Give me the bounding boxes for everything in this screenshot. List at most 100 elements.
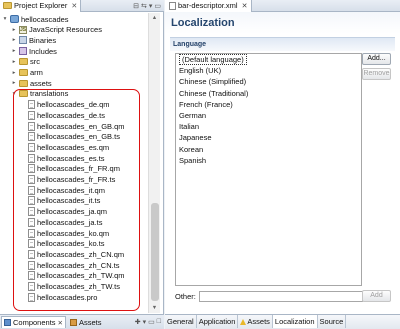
vertical-scrollbar[interactable]: ▲ ▼ (148, 13, 160, 313)
language-list-item[interactable]: (Default language) (176, 54, 361, 65)
tree-item-label: hellocascades (21, 14, 69, 24)
language-label: (Default language) (179, 54, 247, 65)
maximize-icon[interactable]: □ (157, 318, 161, 326)
binaries-icon (19, 36, 27, 45)
other-add-button[interactable]: Add (362, 290, 391, 302)
minimize-icon[interactable]: ▭ (154, 2, 161, 10)
scroll-up-icon[interactable]: ▲ (149, 13, 160, 23)
tab-application[interactable]: Application (197, 315, 239, 328)
language-list-item[interactable]: Korean (176, 144, 361, 155)
language-list-item[interactable]: Italian (176, 121, 361, 132)
collapse-toggle-icon[interactable]: ▸ (11, 80, 17, 86)
tab-assets-label: Assets (78, 317, 102, 327)
tree-item-label: assets (30, 78, 52, 88)
tree-item[interactable]: ▾ hellocascades (2, 14, 69, 24)
warning-icon (240, 318, 247, 325)
scroll-down-icon[interactable]: ▼ (149, 303, 160, 313)
javascript-icon: JS (19, 25, 27, 34)
folder-icon (19, 69, 28, 76)
tree-item[interactable]: ▸ Includes (11, 46, 57, 56)
close-icon[interactable]: ✕ (58, 319, 63, 327)
language-list-item[interactable]: French (France) (176, 99, 361, 110)
tab-label: Application (198, 317, 236, 326)
editor-tab-bar-descriptor[interactable]: bar-descriptor.xml ✕ (165, 0, 253, 12)
tab-label: Source (319, 317, 344, 326)
project-explorer-tab-label: Project Explorer (14, 1, 68, 10)
language-list[interactable]: (Default language) English (UK) Chinese (S… (175, 53, 362, 286)
bottom-left-toolbar: ✚ ▾ ▭ □ (135, 318, 164, 326)
scrollbar-thumb[interactable] (151, 203, 159, 301)
collapse-toggle-icon[interactable]: ▸ (11, 48, 17, 54)
tree-item[interactable]: ▸ Binaries (11, 35, 57, 45)
language-label: Korean (179, 144, 204, 154)
language-label: German (179, 110, 207, 120)
language-label: English (UK) (179, 66, 222, 76)
tab-assets[interactable]: Assets (238, 315, 273, 328)
language-list-item[interactable]: German (176, 110, 361, 121)
project-explorer-icon (3, 2, 12, 9)
other-language-row: Other: Add (175, 290, 394, 302)
folder-icon (19, 58, 28, 66)
other-language-input[interactable] (198, 290, 363, 302)
tab-label: Localization (274, 317, 315, 326)
language-label: French (France) (179, 99, 233, 109)
editor-tab-bar: bar-descriptor.xml ✕ (165, 0, 400, 12)
tab-components[interactable]: Components ✕ (1, 316, 66, 328)
project-explorer-tab-bar: Project Explorer ✕ ⊟ ⇆ ▾ ▭ (0, 0, 164, 12)
tab-source[interactable]: Source (318, 315, 347, 328)
close-icon[interactable]: ✕ (242, 2, 248, 10)
tree-item[interactable]: ▸ arm (11, 68, 43, 78)
assets-icon (69, 318, 77, 326)
includes-icon (19, 47, 27, 56)
tree-item-label: arm (30, 68, 43, 77)
project-explorer-tab[interactable]: Project Explorer ✕ (0, 0, 82, 12)
project-icon (10, 15, 19, 23)
editor-area: bar-descriptor.xml ✕ Localization Langua… (165, 0, 400, 329)
close-icon[interactable]: ✕ (71, 2, 77, 10)
tab-label: Assets (247, 317, 270, 326)
view-toolbar: ⊟ ⇆ ▾ ▭ (133, 2, 164, 10)
language-label: Japanese (179, 133, 212, 143)
tab-assets[interactable]: Assets (68, 316, 104, 328)
other-label: Other: (175, 291, 196, 301)
collapse-toggle-icon[interactable]: ▸ (11, 37, 17, 43)
section-title: Language (170, 37, 395, 51)
language-list-item[interactable]: Spanish (176, 155, 361, 166)
form-title: Localization (165, 12, 400, 34)
language-list-item[interactable]: Chinese (Simplified) (176, 76, 361, 87)
view-menu-icon[interactable]: ▾ (149, 2, 153, 10)
language-list-item[interactable]: Japanese (176, 132, 361, 143)
tab-components-label: Components (13, 318, 56, 327)
language-label: Chinese (Simplified) (179, 77, 247, 87)
language-label: Chinese (Traditional) (179, 88, 249, 98)
add-icon[interactable]: ✚ (135, 318, 141, 326)
minimize-icon[interactable]: ▭ (148, 318, 155, 326)
language-label: Spanish (179, 155, 207, 165)
project-explorer-view: Project Explorer ✕ ⊟ ⇆ ▾ ▭ ▾ hellocascade… (0, 0, 164, 314)
link-editor-icon[interactable]: ⇆ (141, 2, 147, 10)
folder-icon (19, 79, 28, 87)
language-list-item[interactable]: English (UK) (176, 65, 361, 76)
tab-general[interactable]: General (165, 315, 197, 328)
language-label: Italian (179, 122, 200, 132)
tab-localization[interactable]: Localization (272, 315, 318, 328)
expand-toggle-icon[interactable]: ▾ (2, 16, 8, 22)
xml-file-icon (169, 1, 176, 10)
highlight-annotation (13, 89, 140, 311)
language-list-item[interactable]: Chinese (Traditional) (176, 88, 361, 99)
bottom-left-tab-bar: Components ✕ Assets ✚ ▾ ▭ □ (0, 314, 164, 329)
collapse-all-icon[interactable]: ⊟ (133, 2, 139, 10)
add-language-button[interactable]: Add... (362, 53, 391, 65)
tree-item-label: Includes (29, 46, 57, 56)
tree-item-label: Binaries (29, 35, 57, 45)
components-icon (4, 319, 11, 326)
tree-item-label: JavaScript Resources (29, 25, 102, 35)
collapse-toggle-icon[interactable]: ▸ (11, 27, 17, 33)
view-menu-icon[interactable]: ▾ (143, 318, 147, 326)
tree-item[interactable]: ▸ JS JavaScript Resources (11, 25, 102, 35)
collapse-toggle-icon[interactable]: ▸ (11, 59, 17, 65)
remove-language-button[interactable]: Remove (362, 68, 391, 80)
tree-item[interactable]: ▸ src (11, 57, 40, 67)
tree-item[interactable]: ▸ assets (11, 78, 52, 88)
collapse-toggle-icon[interactable]: ▸ (11, 70, 17, 76)
